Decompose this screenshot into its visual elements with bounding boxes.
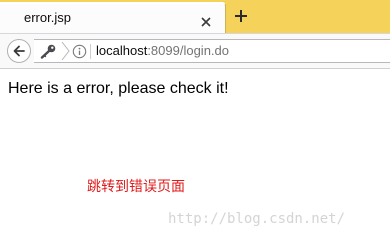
url-host: localhost xyxy=(96,43,148,58)
url-text[interactable]: localhost:8099/login.do xyxy=(96,43,229,58)
url-bar[interactable]: localhost:8099/login.do xyxy=(34,39,390,63)
key-icon[interactable] xyxy=(39,43,57,63)
tab-strip: error.jsp xyxy=(0,0,390,33)
plus-icon[interactable] xyxy=(233,8,249,24)
watermark: http://blog.csdn.net/ xyxy=(168,211,346,227)
back-button[interactable] xyxy=(7,39,31,63)
navigation-toolbar: localhost:8099/login.do xyxy=(0,33,390,69)
chevron-divider xyxy=(61,41,70,61)
tab-title: error.jsp xyxy=(24,10,71,25)
error-message: Here is a error, please check it! xyxy=(8,80,229,97)
tab-error-jsp[interactable]: error.jsp xyxy=(0,2,226,33)
page-content: Here is a error, please check it! 跳转到错误页… xyxy=(0,69,390,240)
caption-text: 跳转到错误页面 xyxy=(87,179,185,195)
url-separator xyxy=(90,44,91,59)
browser-window: error.jsp localhost:8099/login.do Here i… xyxy=(0,0,390,240)
url-path: :8099/login.do xyxy=(147,43,229,58)
back-arrow-icon xyxy=(13,45,25,57)
close-icon[interactable] xyxy=(200,13,212,27)
info-icon[interactable] xyxy=(72,44,87,63)
